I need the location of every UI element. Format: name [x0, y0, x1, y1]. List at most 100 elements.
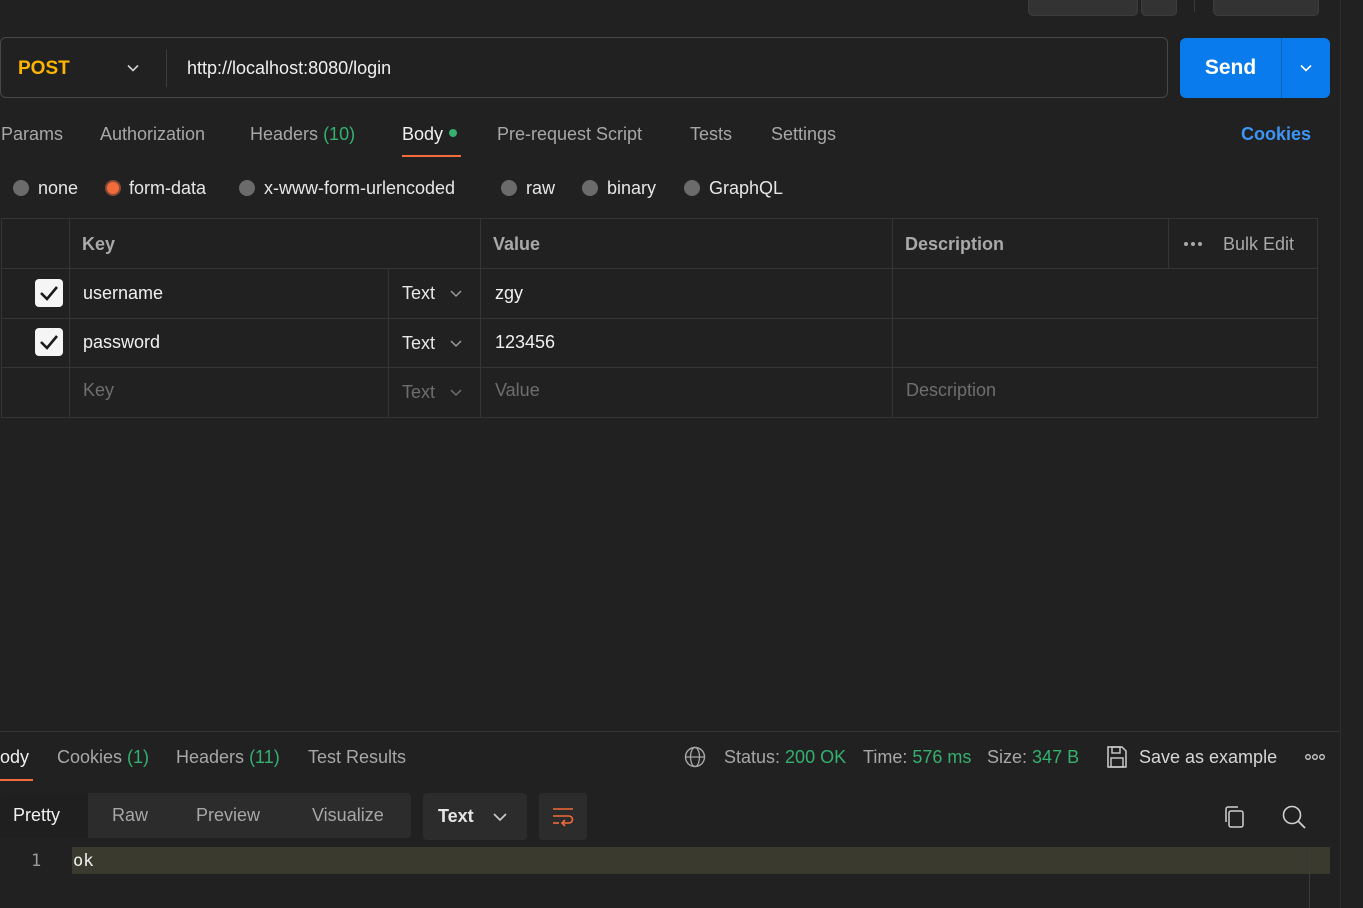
column-header-value: Value [493, 234, 541, 254]
top-toolbar-button[interactable] [1028, 0, 1138, 16]
response-body-text[interactable]: ok [73, 849, 93, 873]
row-key[interactable]: username [83, 281, 163, 305]
column-divider [480, 219, 481, 417]
row-value[interactable]: zgy [495, 281, 523, 305]
row-type-label: Text [402, 333, 436, 353]
globe-icon[interactable] [684, 746, 706, 768]
table-divider [1, 318, 1317, 319]
more-options-icon[interactable] [1183, 239, 1203, 249]
column-header-description: Description [905, 234, 1005, 254]
headers-count: (10) [323, 124, 356, 144]
time-value: 576 ms [912, 747, 972, 767]
radio-circle[interactable] [501, 180, 517, 196]
radio-urlencoded-label: x-www-form-urlencoded [264, 178, 456, 198]
radio-form-data[interactable]: form-data [105, 175, 206, 201]
top-divider [1194, 0, 1195, 12]
table-divider [1, 268, 1317, 269]
send-label[interactable]: Send [1180, 38, 1281, 98]
tab-params[interactable]: Params [1, 121, 63, 147]
panel-right-border [1340, 0, 1341, 908]
response-tab-underline [0, 779, 33, 781]
radio-raw[interactable]: raw [501, 175, 555, 201]
format-pretty[interactable]: Pretty [13, 793, 60, 838]
wrap-lines-icon[interactable] [551, 805, 575, 827]
response-divider [0, 731, 1340, 732]
response-tab-test-results[interactable]: Test Results [308, 744, 406, 770]
chevron-down-icon[interactable] [125, 60, 141, 76]
row-checkbox[interactable] [35, 279, 63, 307]
new-type-select[interactable]: Text [402, 380, 462, 404]
chevron-down-icon[interactable] [1298, 60, 1314, 76]
chevron-down-icon [450, 389, 462, 397]
tab-body-label: Body [402, 124, 444, 144]
radio-circle[interactable] [13, 180, 29, 196]
active-tab-underline [402, 155, 461, 157]
check-icon [40, 286, 58, 301]
url-input[interactable]: http://localhost:8080/login [187, 38, 391, 99]
search-icon[interactable] [1281, 804, 1307, 830]
method-divider [166, 50, 167, 87]
send-separator [1281, 38, 1282, 98]
radio-none-label: none [38, 178, 79, 198]
row-type-select[interactable]: Text [402, 331, 462, 355]
language-label[interactable]: Text [438, 793, 474, 840]
radio-binary[interactable]: binary [582, 175, 656, 201]
tab-headers-label: Headers [250, 124, 319, 144]
tab-body[interactable]: Body [402, 121, 458, 147]
response-cookies-count: (1) [127, 747, 150, 767]
environment-selector[interactable] [1213, 0, 1319, 16]
row-value[interactable]: 123456 [495, 330, 555, 354]
response-tab-headers[interactable]: Headers (11) [176, 744, 280, 770]
chevron-down-icon[interactable] [492, 810, 508, 824]
radio-urlencoded[interactable]: x-www-form-urlencoded [239, 175, 455, 201]
more-options-icon[interactable] [1304, 752, 1326, 762]
tab-authorization[interactable]: Authorization [100, 121, 205, 147]
tab-tests[interactable]: Tests [690, 121, 732, 147]
tab-pre-request-script[interactable]: Pre-request Script [497, 121, 642, 147]
size-label: Size: [987, 747, 1028, 767]
radio-circle[interactable] [582, 180, 598, 196]
save-icon[interactable] [1106, 745, 1128, 769]
new-key-input[interactable]: Key [83, 378, 114, 402]
radio-graphql[interactable]: GraphQL [684, 175, 783, 201]
size-value: 347 B [1032, 747, 1080, 767]
row-key[interactable]: password [83, 330, 160, 354]
new-value-input[interactable]: Value [495, 378, 540, 402]
new-description-input[interactable]: Description [906, 378, 996, 402]
response-cookies-label: Cookies [57, 747, 123, 767]
bulk-edit-button[interactable]: Bulk Edit [1223, 232, 1294, 256]
code-line-highlight [72, 847, 1330, 874]
copy-icon[interactable] [1222, 804, 1246, 830]
cookies-link[interactable]: Cookies [1241, 121, 1311, 147]
response-tab-body[interactable]: ody [0, 744, 29, 770]
status-value: 200 OK [785, 747, 847, 767]
row-type-select[interactable]: Text [402, 281, 462, 305]
format-preview[interactable]: Preview [196, 793, 260, 838]
top-toolbar-button-2[interactable] [1141, 0, 1177, 16]
radio-circle[interactable] [239, 180, 255, 196]
save-as-example-button[interactable]: Save as example [1139, 744, 1277, 770]
send-button[interactable]: Send [1180, 38, 1330, 98]
format-raw[interactable]: Raw [112, 793, 148, 838]
chevron-down-icon [450, 290, 462, 298]
response-tab-cookies[interactable]: Cookies (1) [57, 744, 149, 770]
response-headers-label: Headers [176, 747, 245, 767]
radio-none[interactable]: none [13, 175, 78, 201]
radio-binary-label: binary [607, 178, 657, 198]
code-scrollbar-track[interactable] [1309, 847, 1310, 908]
time-readout: Time: 576 ms [863, 744, 971, 770]
radio-raw-label: raw [526, 178, 556, 198]
tab-headers[interactable]: Headers (10) [250, 121, 355, 147]
radio-circle[interactable] [684, 180, 700, 196]
radio-graphql-label: GraphQL [709, 178, 784, 198]
row-type-label: Text [402, 283, 436, 303]
column-divider [388, 268, 389, 418]
method-select[interactable]: POST [18, 38, 70, 99]
row-checkbox[interactable] [35, 328, 63, 356]
new-type-label: Text [402, 382, 436, 402]
radio-circle-selected[interactable] [105, 180, 121, 196]
check-icon [40, 335, 58, 350]
column-divider [1168, 219, 1169, 268]
format-visualize[interactable]: Visualize [312, 793, 384, 838]
tab-settings[interactable]: Settings [771, 121, 836, 147]
